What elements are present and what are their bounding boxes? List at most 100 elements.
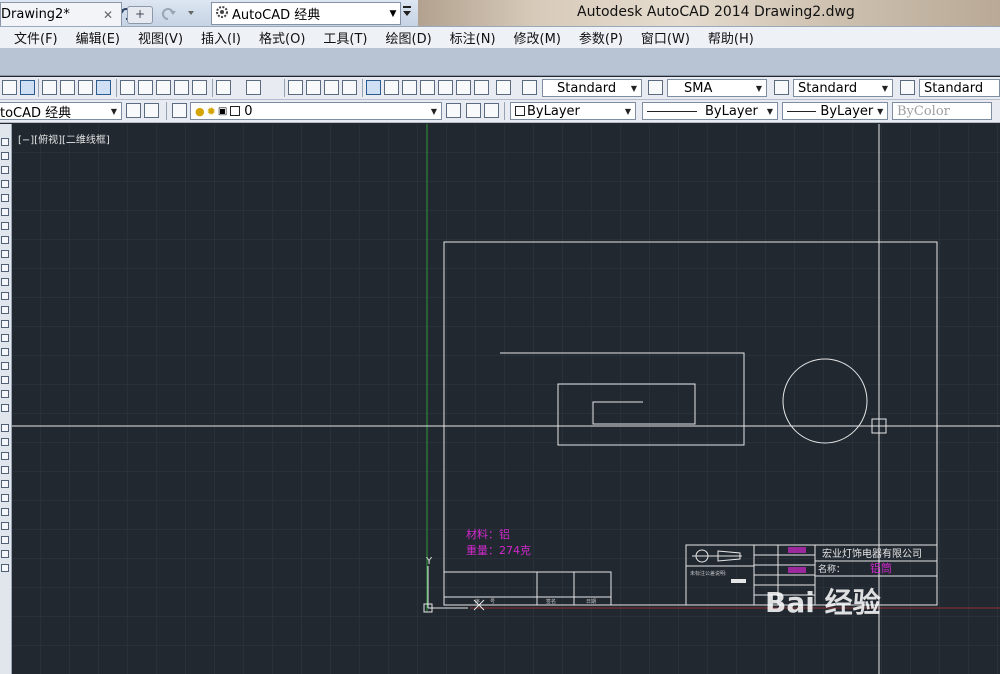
qnew-icon[interactable] [2, 80, 17, 95]
ellipse-icon[interactable] [1, 278, 9, 286]
multileader-style-icon[interactable] [900, 80, 915, 95]
new-tab-button[interactable]: + [127, 6, 153, 24]
rectangle-icon[interactable] [1, 194, 9, 202]
menu-modify[interactable]: 修改(M) [505, 28, 570, 47]
part-name-label: 名称： [818, 563, 845, 575]
calculator-icon[interactable] [474, 80, 489, 95]
quickcalc-icon[interactable] [456, 80, 471, 95]
workspace-save-icon[interactable] [144, 103, 159, 118]
layer-properties-icon[interactable] [172, 103, 187, 118]
redo-dropdown-icon[interactable] [182, 4, 200, 22]
markup-icon[interactable] [438, 80, 453, 95]
table-icon[interactable] [1, 390, 9, 398]
dim-style-select[interactable]: SMA ▼ [667, 79, 767, 97]
ellipse-arc-icon[interactable] [1, 292, 9, 300]
trim-icon[interactable] [1, 536, 9, 544]
arc-icon[interactable] [1, 208, 9, 216]
multileader-style-select[interactable]: Standard [919, 79, 1000, 97]
point-icon[interactable] [1, 334, 9, 342]
linetype-select[interactable]: ByLayer ▼ [642, 102, 778, 120]
pan-icon[interactable] [288, 80, 303, 95]
menu-help[interactable]: 帮助(H) [699, 28, 763, 47]
sheet-set-icon[interactable] [420, 80, 435, 95]
zoom-window-icon[interactable] [324, 80, 339, 95]
spline-icon[interactable] [1, 264, 9, 272]
layer-previous-icon[interactable] [466, 103, 481, 118]
menu-window[interactable]: 窗口(W) [632, 28, 699, 47]
plot-icon[interactable] [42, 80, 57, 95]
layer-select[interactable]: ● ✹ ▣ 0 ▼ [190, 102, 442, 120]
help-icon[interactable] [496, 80, 511, 95]
layer-states-icon[interactable] [484, 103, 499, 118]
redo-icon[interactable] [246, 80, 261, 95]
stretch-icon[interactable] [1, 522, 9, 530]
copy-object-icon[interactable] [1, 438, 9, 446]
drawing-canvas[interactable]: 序 号 签名 日期 材料：铝 重量：274克 未标注公差说明: 宏业灯饰电器有限… [12, 124, 1000, 674]
redo-icon[interactable] [160, 4, 178, 22]
construction-line-icon[interactable] [1, 152, 9, 160]
tolerance-swatch [731, 579, 746, 583]
menu-parametric[interactable]: 参数(P) [570, 28, 632, 47]
menu-insert[interactable]: 插入(I) [192, 28, 250, 47]
offset-icon[interactable] [1, 466, 9, 474]
paste-special-icon[interactable] [174, 80, 189, 95]
polyline-icon[interactable] [1, 166, 9, 174]
mirror-icon[interactable] [1, 452, 9, 460]
match-properties-icon[interactable] [192, 80, 207, 95]
dim-style-icon[interactable] [648, 80, 663, 95]
copy-icon[interactable] [138, 80, 153, 95]
circle-icon[interactable] [1, 236, 9, 244]
zoom-realtime-icon[interactable] [306, 80, 321, 95]
zoom-previous-icon[interactable] [342, 80, 357, 95]
properties-icon[interactable] [366, 80, 381, 95]
tab-drawing2[interactable]: Drawing2* ✕ [0, 2, 122, 26]
menu-dimension[interactable]: 标注(N) [441, 28, 505, 47]
toolbar-separator [166, 102, 167, 120]
viewport-controls[interactable]: [−][俯视][二维线框] [18, 131, 110, 146]
workspace-select[interactable]: toCAD 经典 ▼ [0, 102, 122, 121]
publish-icon[interactable] [78, 80, 93, 95]
revcloud-icon[interactable] [1, 250, 9, 258]
close-icon[interactable]: ✕ [103, 8, 113, 22]
plotstyle-select[interactable]: ByColor [892, 102, 992, 120]
menu-view[interactable]: 视图(V) [129, 28, 192, 47]
menu-tools[interactable]: 工具(T) [314, 28, 376, 47]
lineweight-select[interactable]: ByLayer ▼ [782, 102, 888, 120]
insert-block-icon[interactable] [1, 306, 9, 314]
polygon-icon[interactable] [1, 180, 9, 188]
table-style-icon[interactable] [774, 80, 789, 95]
extend-icon[interactable] [1, 550, 9, 558]
region-icon[interactable] [1, 376, 9, 384]
table-style-select[interactable]: Standard ▼ [793, 79, 893, 97]
design-center-icon[interactable] [384, 80, 399, 95]
text-style-icon[interactable] [522, 80, 537, 95]
make-current-layer-icon[interactable] [446, 103, 461, 118]
erase-icon[interactable] [1, 424, 9, 432]
tool-palettes-icon[interactable] [402, 80, 417, 95]
workspace-selector[interactable]: AutoCAD 经典 ▼ [211, 2, 401, 25]
undo-icon[interactable] [216, 80, 231, 95]
rotate-icon[interactable] [1, 494, 9, 502]
plot-preview-icon[interactable] [60, 80, 75, 95]
array-icon[interactable] [1, 480, 9, 488]
gradient-icon[interactable] [1, 362, 9, 370]
menu-file[interactable]: 文件(F) [0, 28, 67, 47]
menu-draw[interactable]: 绘图(D) [377, 28, 441, 47]
menu-format[interactable]: 格式(O) [250, 28, 314, 47]
move-icon[interactable] [1, 222, 9, 230]
line-tool-icon[interactable] [1, 138, 9, 146]
save-icon[interactable] [20, 80, 35, 95]
scale-icon[interactable] [1, 508, 9, 516]
cut-icon[interactable] [120, 80, 135, 95]
hatch-icon[interactable] [1, 348, 9, 356]
break-icon[interactable] [1, 564, 9, 572]
color-select[interactable]: ByLayer ▼ [510, 102, 636, 120]
workspace-settings-icon[interactable] [126, 103, 141, 118]
make-block-icon[interactable] [1, 320, 9, 328]
menu-edit[interactable]: 编辑(E) [67, 28, 129, 47]
3d-dwf-icon[interactable] [96, 80, 111, 95]
customize-qat-icon[interactable] [402, 4, 412, 23]
mtext-icon[interactable] [1, 404, 9, 412]
text-style-select[interactable]: Standard ▼ [542, 79, 642, 97]
paste-icon[interactable] [156, 80, 171, 95]
